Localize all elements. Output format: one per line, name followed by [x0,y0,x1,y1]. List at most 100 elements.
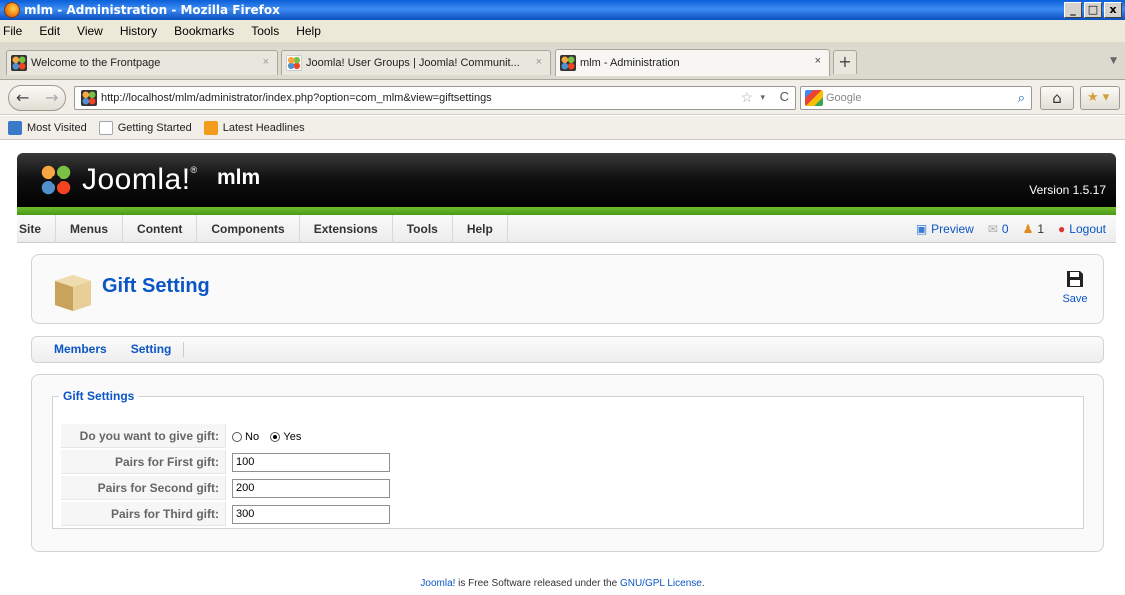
form-row-second-gift: Pairs for Second gift: [61,476,390,500]
message-icon: ✉ [987,222,998,236]
submenu-setting[interactable]: Setting [119,342,185,357]
search-bar[interactable]: Google ⌕ [800,86,1032,110]
page-title: Gift Setting [102,275,210,297]
admin-menu-components[interactable]: Components [197,214,300,243]
admin-menu-menus[interactable]: Menus [56,214,124,243]
users-icon: ♟ [1022,222,1034,236]
third-gift-cell [226,502,390,526]
bookmark-label: Latest Headlines [222,121,305,134]
toolbar-box: Gift Setting Save [31,254,1104,324]
tab-label: mlm - Administration [580,57,680,69]
site-name: mlm [217,166,261,189]
addon-button[interactable]: ★ ▾ [1080,86,1120,110]
joomla-brand-text: Joomla! [82,163,191,196]
second-gift-input[interactable] [232,478,390,498]
new-tab-button[interactable]: + [833,50,857,74]
menu-tools[interactable]: Tools [251,24,279,38]
joomla-header: Joomla!® mlm Version 1.5.17 [17,153,1116,208]
joomla-logo-icon [41,165,71,195]
admin-menu-site[interactable]: Site [17,214,57,243]
box-icon [55,275,91,311]
home-button[interactable]: ⌂ [1040,86,1074,110]
close-window-button[interactable]: x [1104,2,1122,18]
radio-no[interactable] [232,431,242,442]
menu-edit[interactable]: Edit [39,24,60,38]
url-text[interactable]: http://localhost/mlm/administrator/index… [101,92,492,104]
bookmark-label: Getting Started [117,121,192,134]
floppy-disk-svg [1067,271,1083,287]
third-gift-input[interactable] [232,504,390,524]
joomla-footer-link[interactable]: Joomla! [420,578,455,589]
firefox-icon [4,2,20,18]
tab-bar: Welcome to the Frontpage × Joomla! User … [0,42,1125,80]
first-gift-cell [226,450,390,474]
rss-icon [203,120,218,135]
bookmark-most-visited[interactable]: Most Visited [8,120,87,135]
tab-list-icon[interactable]: ▼ [1110,56,1117,66]
radio-yes[interactable] [270,431,281,442]
maximize-button[interactable]: □ [1084,2,1102,18]
admin-menu-extensions[interactable]: Extensions [300,214,393,243]
first-gift-input[interactable] [232,452,390,472]
menu-view[interactable]: View [77,24,103,38]
logout-link[interactable]: ● Logout [1058,222,1106,236]
bookmark-getting-started[interactable]: Getting Started [98,120,192,135]
save-button[interactable]: Save [1057,269,1093,305]
close-tab-icon[interactable]: × [263,56,269,68]
bookmark-latest-headlines[interactable]: Latest Headlines [203,120,305,135]
bookmark-star-icon[interactable]: ☆ [740,89,753,106]
admin-menu-content[interactable]: Content [123,214,198,243]
radio-no-label[interactable]: No [245,431,259,443]
trademark-mark: ® [190,165,198,175]
give-gift-options: No Yes [226,424,390,448]
logout-label: Logout [1069,222,1106,236]
window-titlebar[interactable]: mlm - Administration - Mozilla Firefox _… [0,0,1125,20]
admin-menu-help[interactable]: Help [453,214,508,243]
version-label: Version 1.5.17 [1029,183,1106,197]
url-bar[interactable]: http://localhost/mlm/administrator/index… [74,86,796,110]
joomla-icon [286,55,302,71]
gpl-license-link[interactable]: GNU/GPL License [620,578,702,589]
url-history-dropdown-icon[interactable]: ▾ [760,92,765,103]
google-icon[interactable] [805,90,823,106]
messages-link[interactable]: ✉ 0 [988,222,1009,236]
footer-end: . [701,578,705,589]
menu-help[interactable]: Help [296,24,321,38]
tab-label: Welcome to the Frontpage [31,57,161,69]
admin-menu: Site Menus Content Components Extensions… [17,214,1116,243]
menu-file[interactable]: File [3,24,22,38]
admin-menu-tools[interactable]: Tools [393,214,453,243]
tab-welcome[interactable]: Welcome to the Frontpage × [6,50,278,75]
tab-joomla-user-groups[interactable]: Joomla! User Groups | Joomla! Communit..… [281,50,551,75]
close-tab-icon[interactable]: × [536,56,542,68]
second-gift-label: Pairs for Second gift: [61,476,226,500]
search-icon[interactable]: ⌕ [1018,90,1025,106]
form-row-first-gift: Pairs for First gift: [61,450,390,474]
back-button[interactable]: ← [16,88,29,107]
users-link[interactable]: ♟ 1 [1023,222,1044,236]
menu-bookmarks[interactable]: Bookmarks [174,24,234,38]
second-gift-cell [226,476,390,500]
joomla-brand: Joomla!® [82,163,198,197]
joomla-icon [560,55,576,71]
bookmark-label: Most Visited [27,121,87,134]
browser-menubar: File Edit View History Bookmarks Tools H… [0,20,1125,42]
menu-history[interactable]: History [120,24,157,38]
tab-mlm-administration[interactable]: mlm - Administration × [555,49,830,76]
joomla-icon [11,55,27,71]
forward-button[interactable]: → [45,88,58,107]
search-placeholder: Google [826,92,862,104]
gift-settings-table: Do you want to give gift: No Yes Pairs f… [61,422,390,528]
joomla-icon [81,90,97,106]
radio-yes-label[interactable]: Yes [283,431,301,443]
third-gift-label: Pairs for Third gift: [61,502,226,526]
page-icon [98,120,113,135]
give-gift-label: Do you want to give gift: [61,424,226,448]
preview-link[interactable]: ▣ Preview [916,222,974,236]
minimize-button[interactable]: _ [1064,2,1082,18]
preview-icon: ▣ [915,222,928,236]
reload-icon[interactable]: C [780,89,789,104]
submenu-members[interactable]: Members [42,342,119,357]
main-content: Gift Settings Do you want to give gift: … [31,374,1104,552]
close-tab-icon[interactable]: × [815,55,821,67]
